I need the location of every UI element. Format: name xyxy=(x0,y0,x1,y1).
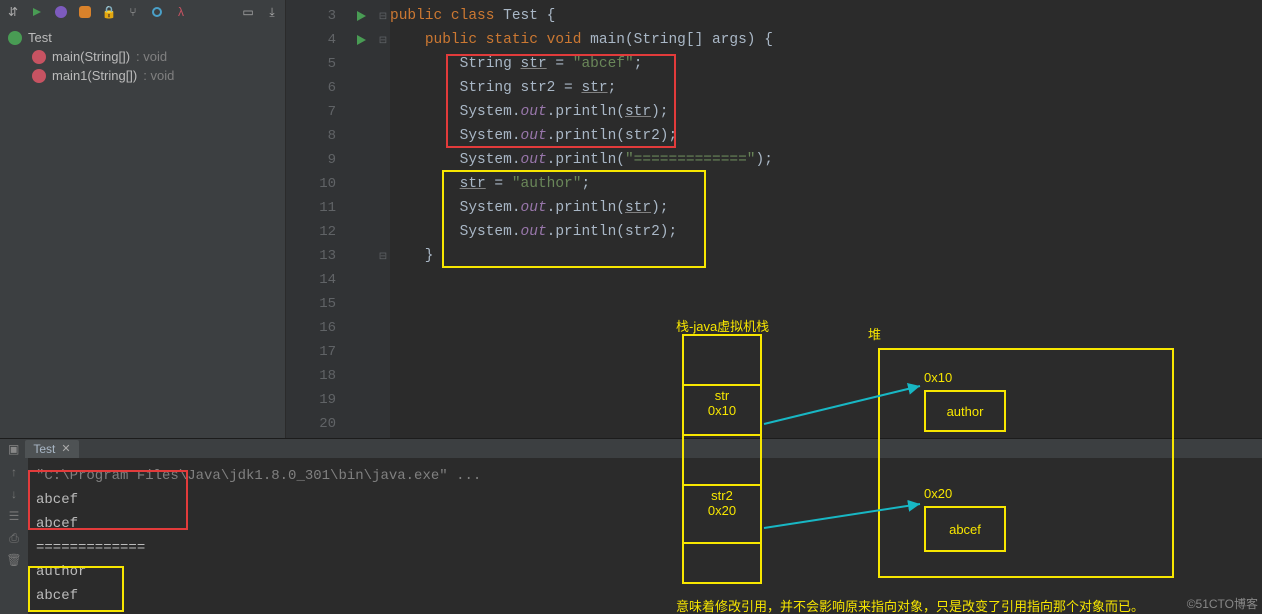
tree-root-label: Test xyxy=(28,30,52,45)
heap-box xyxy=(878,348,1174,578)
orange-icon[interactable] xyxy=(76,3,94,21)
lambda-icon[interactable]: λ xyxy=(172,3,190,21)
sort-icon[interactable]: ⇵ xyxy=(4,3,22,21)
class-icon xyxy=(8,31,22,45)
stack-var-name: str2 xyxy=(684,488,760,503)
down-icon[interactable]: ↓ xyxy=(6,486,22,502)
layout-icon[interactable]: ▭ xyxy=(239,3,257,21)
method-icon xyxy=(32,50,46,64)
diagram-caption: 意味着修改引用，并不会影响原来指向对象，只是改变了引用指向那个对象而已。 xyxy=(676,596,1144,614)
code-line[interactable]: System.out.println(str2); xyxy=(390,124,1262,148)
code-line[interactable] xyxy=(390,292,1262,316)
tree-method[interactable]: main(String[]) : void xyxy=(6,47,279,66)
close-icon[interactable]: ✕ xyxy=(61,442,70,455)
code-line[interactable]: public static void main(String[] args) { xyxy=(390,28,1262,52)
wrap-icon[interactable]: ☰ xyxy=(6,508,22,524)
tree-root[interactable]: Test xyxy=(6,28,279,47)
code-line[interactable]: System.out.println(str2); xyxy=(390,220,1262,244)
play-icon[interactable] xyxy=(28,3,46,21)
trash-icon[interactable]: 🗑 xyxy=(6,552,22,568)
up-icon[interactable]: ↑ xyxy=(6,464,22,480)
heap-obj-1: author xyxy=(924,390,1006,432)
export-icon[interactable]: ⤓ xyxy=(263,3,281,21)
lock-icon[interactable]: 🔒 xyxy=(100,3,118,21)
stack-box-mid xyxy=(682,436,762,484)
stack-box-top xyxy=(682,334,762,384)
run-tab[interactable]: Test ✕ xyxy=(25,440,78,458)
run-gutter-icon[interactable] xyxy=(357,35,366,45)
branch-icon[interactable]: ⑂ xyxy=(124,3,142,21)
structure-toolbar: ⇵ 🔒 ⑂ λ ▭ ⤓ xyxy=(0,0,285,24)
stack-box-bottom xyxy=(682,544,762,584)
code-line[interactable]: String str = "abcef"; xyxy=(390,52,1262,76)
run-marker-gutter xyxy=(346,0,376,438)
tree-method[interactable]: main1(String[]) : void xyxy=(6,66,279,85)
code-line[interactable] xyxy=(390,316,1262,340)
code-line[interactable]: String str2 = str; xyxy=(390,76,1262,100)
line-number-gutter: 34567891011121314151617181920 xyxy=(286,0,346,438)
stack-title: 栈-java虚拟机栈 xyxy=(676,316,769,335)
app-root: ⇵ 🔒 ⑂ λ ▭ ⤓ Test main(String[]) xyxy=(0,0,1262,614)
code-line[interactable]: str = "author"; xyxy=(390,172,1262,196)
purple-icon[interactable] xyxy=(52,3,70,21)
code-line[interactable]: } xyxy=(390,244,1262,268)
stack-cell-str: str 0x10 xyxy=(682,384,762,436)
structure-tree: Test main(String[]) : void main1(String[… xyxy=(0,24,285,89)
stack-cell-str2: str2 0x20 xyxy=(682,484,762,544)
code-line[interactable]: public class Test { xyxy=(390,4,1262,28)
tree-method-type: : void xyxy=(143,68,174,83)
heap-addr-1: 0x10 xyxy=(924,370,952,385)
code-line[interactable]: System.out.println(str); xyxy=(390,196,1262,220)
tree-method-type: : void xyxy=(136,49,167,64)
tree-method-label: main(String[]) xyxy=(52,49,130,64)
heap-title: 堆 xyxy=(868,324,881,343)
fold-gutter: ⊟⊟⊟ xyxy=(376,0,390,438)
print-icon[interactable]: ⎙ xyxy=(6,530,22,546)
run-tab-label: Test xyxy=(33,442,55,456)
run-gutter-icon[interactable] xyxy=(357,11,366,21)
stack-var-addr: 0x10 xyxy=(684,403,760,418)
code-line[interactable]: System.out.println("============="); xyxy=(390,148,1262,172)
heap-value: abcef xyxy=(949,522,981,537)
stack-var-name: str xyxy=(684,388,760,403)
circle-icon[interactable] xyxy=(148,3,166,21)
heap-obj-2: abcef xyxy=(924,506,1006,552)
tree-method-label: main1(String[]) xyxy=(52,68,137,83)
code-line[interactable]: System.out.println(str); xyxy=(390,100,1262,124)
heap-value: author xyxy=(947,404,984,419)
code-line[interactable] xyxy=(390,268,1262,292)
watermark: ©51CTO博客 xyxy=(1187,595,1258,612)
stack-var-addr: 0x20 xyxy=(684,503,760,518)
tab-icon: ▣ xyxy=(8,442,19,456)
heap-addr-2: 0x20 xyxy=(924,486,952,501)
method-icon xyxy=(32,69,46,83)
structure-panel: ⇵ 🔒 ⑂ λ ▭ ⤓ Test main(String[]) xyxy=(0,0,286,438)
run-gutter: ↑ ↓ ☰ ⎙ 🗑 xyxy=(0,458,28,614)
